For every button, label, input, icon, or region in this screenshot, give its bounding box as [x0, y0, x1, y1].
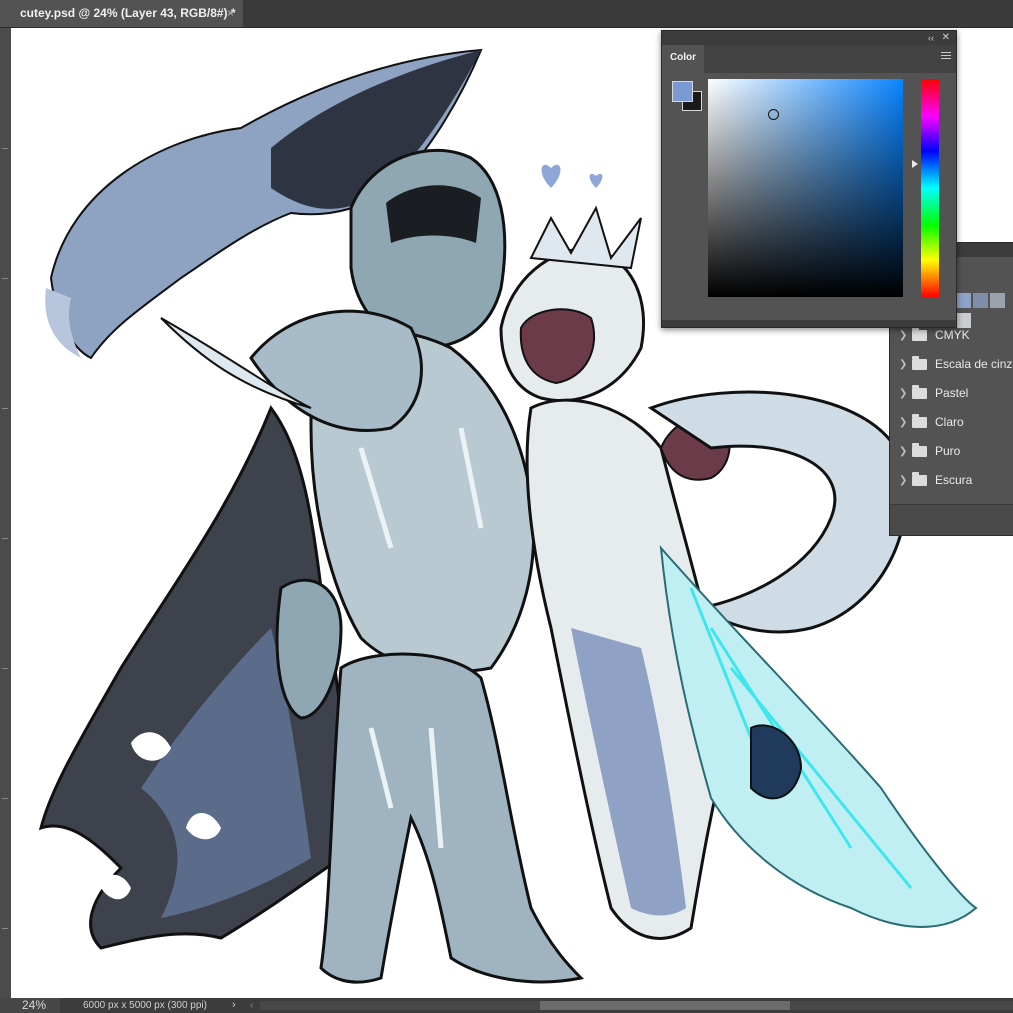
folder-icon	[912, 414, 927, 428]
heart-small	[589, 173, 603, 188]
hue-slider[interactable]	[921, 79, 939, 297]
chevron-right-icon[interactable]: ›	[232, 998, 236, 1013]
folder-icon	[912, 327, 927, 341]
swatch-folder[interactable]: ❯ Claro	[890, 408, 1013, 437]
scroll-left-icon[interactable]: ‹	[250, 998, 253, 1013]
chevron-right-icon[interactable]: ❯	[899, 408, 907, 437]
swatch-folder[interactable]: ❯ Pastel	[890, 379, 1013, 408]
vertical-ruler	[0, 28, 11, 998]
color-panel-titlebar[interactable]: ‹‹ ✕	[662, 31, 956, 45]
document-tab-title: cutey.psd @ 24% (Layer 43, RGB/8#) *	[20, 6, 236, 20]
chevron-right-icon[interactable]: ❯	[899, 437, 907, 466]
close-icon[interactable]: ✕	[942, 31, 950, 45]
hue-slider-marker[interactable]	[912, 160, 918, 168]
document-info: 6000 px x 5000 px (300 ppi)	[83, 1000, 207, 1011]
status-bar: 24% 6000 px x 5000 px (300 ppi) › ‹	[0, 998, 1013, 1013]
companion-crown	[529, 205, 642, 270]
chevron-right-icon[interactable]: ❯	[899, 466, 907, 495]
swatch[interactable]	[973, 293, 988, 308]
knight-legs	[319, 652, 585, 984]
color-picker-cursor[interactable]	[768, 109, 779, 120]
recent-swatches	[956, 293, 1013, 328]
color-panel-footer	[662, 320, 956, 327]
folder-label: Claro	[935, 415, 964, 429]
chevron-right-icon[interactable]: ❯	[899, 379, 907, 408]
folder-label: Escala de cinza	[935, 357, 1013, 371]
folder-icon	[912, 356, 927, 370]
swatch-folder[interactable]: ❯ Escala de cinza	[890, 350, 1013, 379]
folder-icon	[912, 385, 927, 399]
swatch-folder[interactable]: ❯ Escura	[890, 466, 1013, 495]
document-tab[interactable]: cutey.psd @ 24% (Layer 43, RGB/8#) * ×	[0, 0, 243, 27]
swatches-panel-footer	[890, 504, 1013, 535]
swatch-folder[interactable]: ❯ Puro	[890, 437, 1013, 466]
color-picker-field[interactable]	[708, 79, 903, 297]
folder-icon	[912, 472, 927, 486]
panel-menu-icon[interactable]	[941, 52, 951, 63]
folder-label: Escura	[935, 473, 973, 487]
document-tab-bar: cutey.psd @ 24% (Layer 43, RGB/8#) * ×	[0, 0, 1013, 28]
knight-pauldron	[249, 309, 423, 432]
zoom-level-field[interactable]: 24%	[0, 998, 60, 1013]
close-icon[interactable]: ×	[227, 0, 234, 27]
heart-large	[541, 164, 561, 188]
swatch[interactable]	[956, 293, 971, 308]
chevron-right-icon[interactable]: ❯	[899, 350, 907, 379]
swatch-folder-list: ❯ CMYK ❯ Escala de cinza ❯ Pastel ❯ Clar…	[890, 321, 1013, 495]
color-panel: ‹‹ ✕ Color	[661, 30, 957, 328]
folder-label: Puro	[935, 444, 961, 458]
foreground-color-swatch[interactable]	[672, 81, 693, 102]
horizontal-scrollbar[interactable]	[260, 1001, 1013, 1010]
tab-color[interactable]: Color	[662, 45, 704, 73]
swatch[interactable]	[990, 293, 1005, 308]
folder-icon	[912, 443, 927, 457]
collapse-icon[interactable]: ‹‹	[928, 31, 934, 45]
color-panel-tabs: Color	[662, 45, 956, 73]
scrollbar-thumb[interactable]	[540, 1001, 790, 1010]
folder-label: Pastel	[935, 386, 969, 400]
